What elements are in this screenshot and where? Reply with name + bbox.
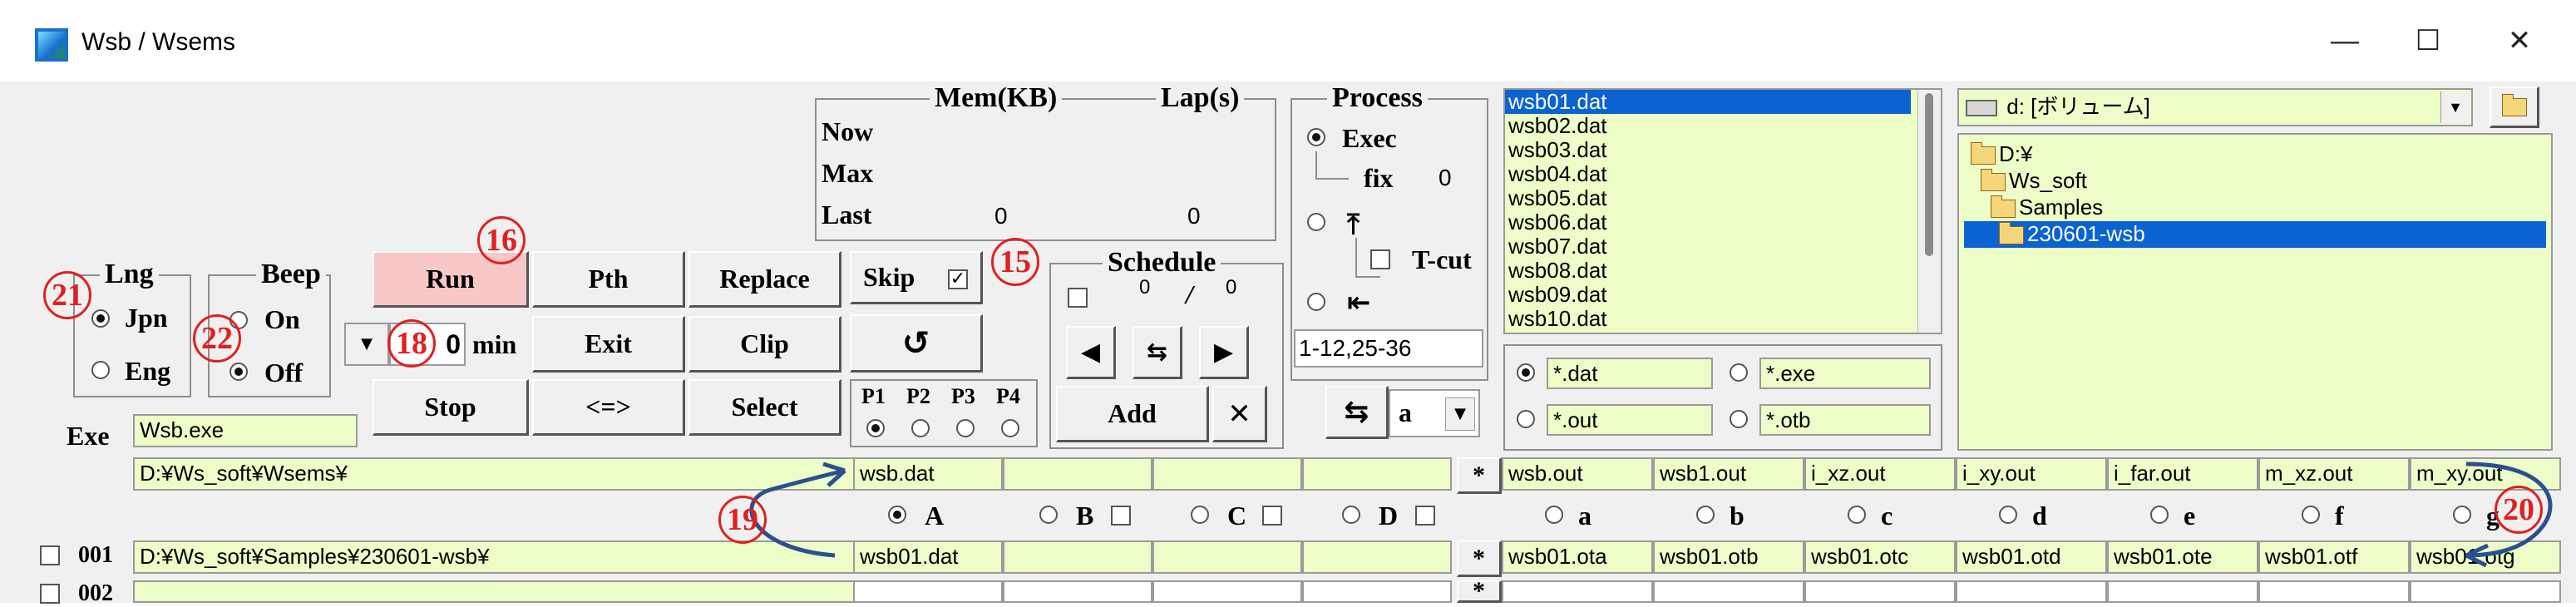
annotation-badge-19: 19 xyxy=(718,496,767,544)
annotation-badge-20: 20 xyxy=(2495,486,2543,534)
annotation-badge-21: 21 xyxy=(43,271,91,319)
app-window: Wsb / Wsems — ☐ ✕ Mem(KB) Lap(s) Now Max… xyxy=(0,0,2576,606)
annotation-badge-15: 15 xyxy=(991,238,1039,286)
annotation-arrows xyxy=(749,461,2553,568)
annotation-badge-16: 16 xyxy=(477,216,526,264)
annotation-badge-18: 18 xyxy=(387,319,436,368)
annotation-badge-22: 22 xyxy=(193,314,241,363)
